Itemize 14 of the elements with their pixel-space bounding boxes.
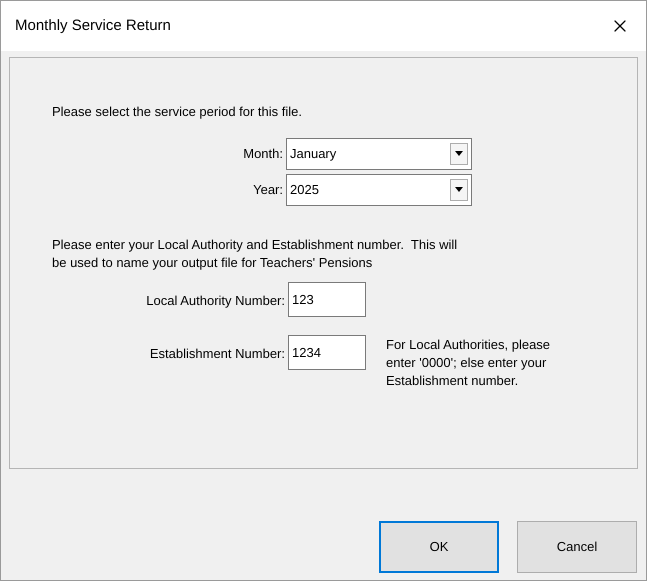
hint-text: For Local Authorities, please enter '0000'; else enter your Establishment number.	[386, 336, 552, 390]
field-label: Local Authority Number:	[145, 292, 286, 310]
number-input[interactable]: 1234	[288, 334, 366, 370]
field-label: Month:	[242, 144, 284, 163]
dropdown-field[interactable]: 2025	[286, 174, 472, 206]
dialog-button[interactable]: OK	[379, 521, 499, 573]
dialog-button[interactable]: Cancel	[517, 521, 637, 573]
field-label: Year:	[252, 180, 284, 199]
intro-text: Please select the service period for this file.	[52, 103, 304, 121]
number-input[interactable]: 123	[288, 282, 366, 316]
instructions-text: Please enter your Local Authority and Establishment number. This will be used to name your output file for Teachers' Pensions	[52, 236, 458, 272]
field-label: Establishment Number:	[148, 344, 286, 362]
dropdown-field[interactable]: January	[286, 138, 472, 170]
window-title: Monthly Service Return	[15, 16, 171, 36]
